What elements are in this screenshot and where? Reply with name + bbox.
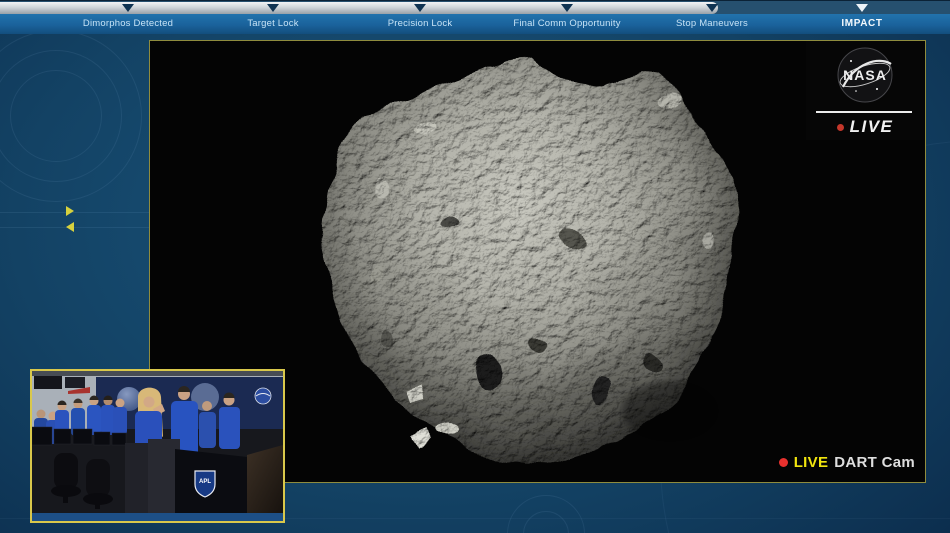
record-dot-icon: [779, 458, 788, 467]
live-dot-icon: [837, 124, 844, 131]
asteroid-terminator-shadow: [622, 381, 718, 441]
timeline-marker-final-comm-opportunity: [561, 4, 573, 12]
nasa-live-label: LIVE: [850, 117, 894, 137]
timeline-label-row: Dimorphos Detected Target Lock Precision…: [0, 14, 950, 34]
nasa-live-row: LIVE: [806, 117, 924, 137]
bg-line: [0, 227, 150, 228]
caption-live-label: LIVE: [794, 454, 829, 471]
timeline-track: [0, 0, 950, 14]
apl-shield-label: APL: [199, 479, 211, 485]
timeline-progress: [0, 2, 718, 14]
timeline-marker-precision-lock: [414, 4, 426, 12]
live-caption: LIVE DART Cam: [779, 454, 915, 471]
timeline-label-dimorphos-detected: Dimorphos Detected: [83, 18, 173, 29]
bg-arrow-left-icon: [66, 222, 74, 232]
timeline-marker-target-lock: [267, 4, 279, 12]
timeline-label-precision-lock: Precision Lock: [388, 18, 453, 29]
timeline-label-stop-maneuvers: Stop Maneuvers: [676, 18, 748, 29]
mission-control-pip: APL: [30, 369, 285, 523]
caption-source-label: DART Cam: [834, 454, 915, 471]
mission-timeline: Dimorphos Detected Target Lock Precision…: [0, 0, 950, 34]
nasa-wordmark: NASA: [843, 67, 887, 83]
timeline-marker-impact: [856, 4, 868, 12]
nasa-logo-icon: NASA: [806, 41, 924, 107]
timeline-label-impact: IMPACT: [841, 18, 882, 29]
bg-arrow-right-icon: [66, 206, 74, 216]
timeline-marker-stop-maneuvers: [706, 4, 718, 12]
nasa-wall-logo-icon: [255, 388, 271, 404]
nasa-bug-divider: [816, 111, 912, 113]
nasa-live-bug: NASA LIVE: [806, 41, 924, 140]
apl-shield-logo: APL: [195, 471, 215, 497]
mission-control-scene: APL: [32, 371, 283, 521]
bg-line: [0, 212, 150, 213]
broadcast-frame: Dimorphos Detected Target Lock Precision…: [0, 0, 950, 533]
timeline-marker-dimorphos-detected: [122, 4, 134, 12]
timeline-label-final-comm-opportunity: Final Comm Opportunity: [513, 18, 620, 29]
bg-arc: [10, 70, 102, 162]
timeline-label-target-lock: Target Lock: [247, 18, 298, 29]
